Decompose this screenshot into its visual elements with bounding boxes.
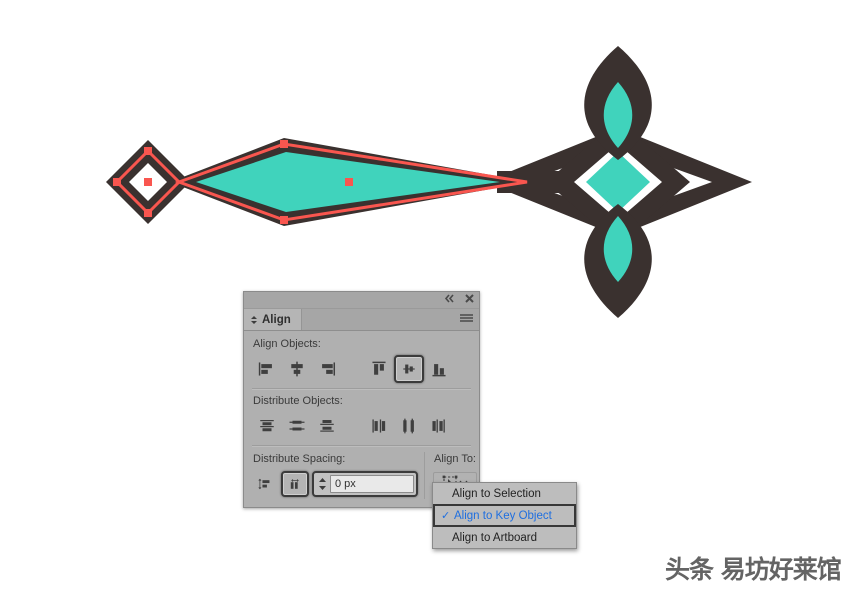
- distribute-horizontal-space-button[interactable]: [281, 471, 309, 497]
- menu-item-label: Align to Artboard: [452, 531, 538, 544]
- tab-align-label: Align: [262, 313, 291, 326]
- align-to-dropdown-menu[interactable]: Align to Selection ✓ Align to Key Object…: [432, 482, 577, 549]
- distribute-vertical-center-button[interactable]: [282, 412, 312, 440]
- menu-item-align-to-artboard[interactable]: Align to Artboard: [433, 527, 576, 548]
- align-to-label: Align To:: [434, 453, 476, 465]
- anchor-point-center: [144, 178, 152, 186]
- panel-tabstrip[interactable]: Align: [244, 309, 479, 331]
- align-horizontal-center-button[interactable]: [282, 355, 312, 383]
- anchor-point: [280, 216, 288, 224]
- distribute-objects-row: [252, 411, 471, 441]
- distribute-vertical-bottom-button[interactable]: [312, 412, 342, 440]
- align-right-button[interactable]: [312, 355, 342, 383]
- align-objects-label: Align Objects:: [253, 338, 321, 350]
- distribute-horizontal-right-button[interactable]: [424, 412, 454, 440]
- panel-body: Align Objects: Distribute Objects: Distr…: [244, 331, 479, 507]
- anchor-point: [280, 140, 288, 148]
- distribute-vertical-top-button[interactable]: [252, 412, 282, 440]
- distribute-objects-label: Distribute Objects:: [253, 395, 343, 407]
- anchor-point: [144, 147, 152, 155]
- watermark-text: 头条 易坊好莱馆: [665, 555, 842, 584]
- spacing-stepper-field[interactable]: 0 px: [312, 471, 418, 497]
- align-panel[interactable]: Align Align Objects: Distribute Objects:…: [243, 291, 480, 508]
- distribute-spacing-label: Distribute Spacing:: [253, 453, 346, 465]
- distribute-vertical-space-button[interactable]: [252, 470, 278, 498]
- anchor-point-center: [345, 178, 353, 186]
- panel-titlebar[interactable]: [244, 292, 479, 309]
- align-top-button[interactable]: [364, 355, 394, 383]
- close-icon[interactable]: [464, 293, 475, 304]
- spacing-stepper-arrows-icon[interactable]: [314, 476, 330, 492]
- menu-item-align-to-selection[interactable]: Align to Selection: [433, 483, 576, 504]
- menu-item-label: Align to Key Object: [454, 509, 552, 522]
- panel-menu-icon[interactable]: [460, 314, 473, 324]
- check-icon: ✓: [441, 510, 451, 522]
- collapse-icon[interactable]: [444, 293, 455, 304]
- distribute-horizontal-center-button[interactable]: [394, 412, 424, 440]
- align-vertical-center-button[interactable]: [394, 355, 424, 383]
- menu-item-align-to-key-object[interactable]: ✓ Align to Key Object: [433, 504, 576, 527]
- screenshot-canvas: Align Align Objects: Distribute Objects:…: [0, 0, 850, 600]
- align-bottom-button[interactable]: [424, 355, 454, 383]
- distribute-horizontal-left-button[interactable]: [364, 412, 394, 440]
- menu-item-label: Align to Selection: [452, 487, 541, 500]
- anchor-point: [144, 209, 152, 217]
- align-left-button[interactable]: [252, 355, 282, 383]
- tab-align[interactable]: Align: [244, 309, 302, 330]
- spacing-value-input[interactable]: 0 px: [330, 475, 414, 493]
- align-objects-row: [252, 354, 471, 384]
- divider: [252, 388, 471, 390]
- anchor-point: [113, 178, 121, 186]
- divider: [252, 445, 471, 447]
- updown-caret-icon: [250, 315, 258, 325]
